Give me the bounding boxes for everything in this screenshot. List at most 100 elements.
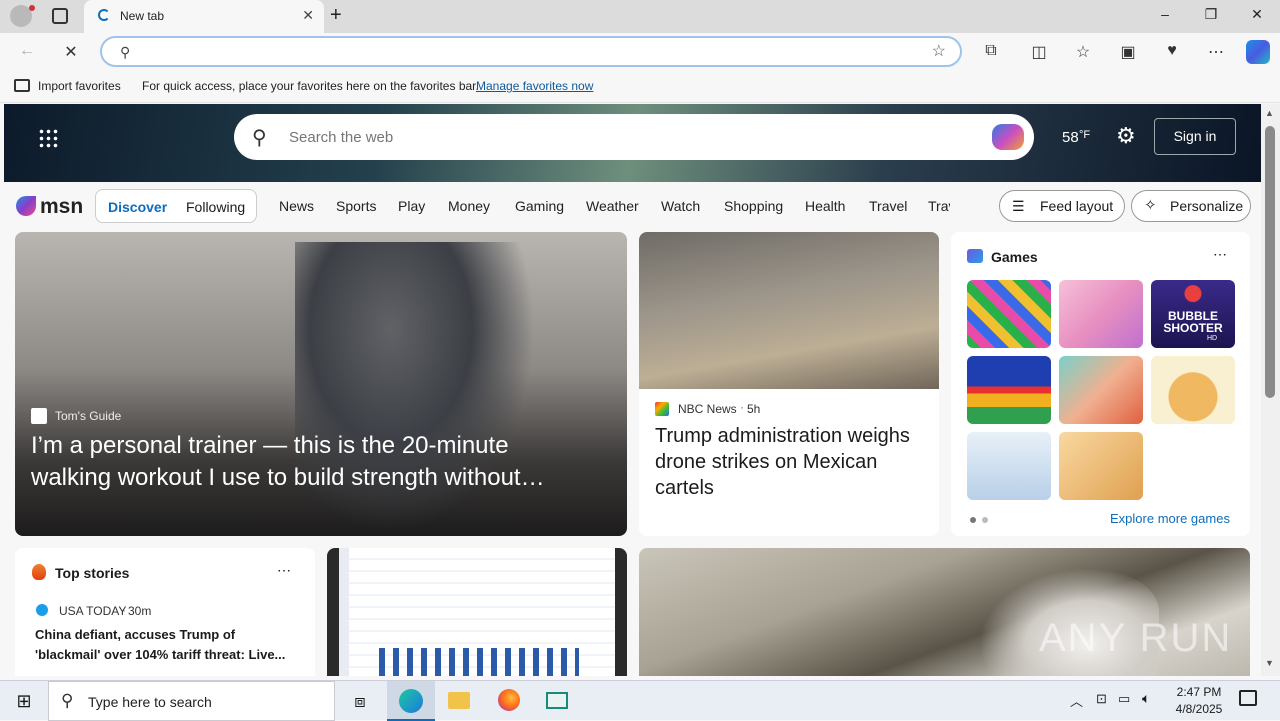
nav-sports[interactable]: Sports <box>336 198 376 214</box>
copilot-icon[interactable] <box>1246 40 1270 64</box>
scroll-thumb[interactable] <box>1265 126 1275 398</box>
split-screen-icon[interactable]: ◫ <box>1028 42 1050 62</box>
nav-shopping[interactable]: Shopping <box>724 198 783 214</box>
sign-in-button[interactable]: Sign in <box>1154 118 1236 155</box>
usa-today-logo-icon <box>36 604 48 616</box>
scroll-up-icon[interactable]: ▲ <box>1265 108 1274 118</box>
tray-overflow-icon[interactable]: ︿ <box>1070 691 1083 710</box>
feed-layout-label: Feed layout <box>1040 198 1114 214</box>
folder-icon <box>448 692 470 709</box>
extensions-icon[interactable]: ⧉ <box>980 42 1002 60</box>
edge-taskbar-icon[interactable] <box>387 681 435 721</box>
taskbar-search-box[interactable]: ⚲ Type here to search <box>48 681 335 721</box>
tab-actions-icon[interactable] <box>52 8 68 24</box>
app-window-icon[interactable] <box>533 681 581 721</box>
import-favorites-icon[interactable] <box>14 79 30 92</box>
game-tile-hospital[interactable] <box>1059 356 1143 424</box>
news-card[interactable]: NBC News · 5h Trump administration weigh… <box>639 232 939 536</box>
nav-health[interactable]: Health <box>805 198 845 214</box>
scroll-down-icon[interactable]: ▼ <box>1265 658 1274 668</box>
tab-following[interactable]: Following <box>186 199 245 215</box>
network-icon[interactable]: ▭ <box>1118 691 1130 707</box>
web-search-box[interactable]: ⚲ Search the web <box>234 114 1034 160</box>
file-explorer-icon[interactable] <box>435 681 483 721</box>
dashboard-image-card[interactable] <box>327 548 627 676</box>
photo-story-card[interactable]: ANY RUN <box>639 548 1250 676</box>
games-more-icon[interactable]: ⋯ <box>1213 246 1227 263</box>
nav-overflow[interactable]: Trav <box>928 198 950 214</box>
favorite-star-icon[interactable]: ☆ <box>932 41 946 61</box>
stop-icon[interactable]: ✕ <box>60 42 82 62</box>
personalize-button[interactable]: ✧ Personalize <box>1131 190 1251 222</box>
tab-new-tab[interactable]: New tab ✕ <box>84 0 324 33</box>
feed-layout-button[interactable]: ☰ Feed layout <box>999 190 1125 222</box>
carousel-dot[interactable] <box>982 517 988 523</box>
start-button[interactable]: ⊞ <box>0 681 48 721</box>
nav-travel[interactable]: Travel <box>869 198 907 214</box>
firefox-icon[interactable] <box>485 681 533 721</box>
source-logo-icon <box>31 408 47 424</box>
settings-gear-icon[interactable]: ⚙ <box>1116 123 1136 149</box>
game-tile-doge[interactable] <box>1151 356 1235 424</box>
game-tile-wood-screws[interactable] <box>1059 432 1143 500</box>
import-favorites-link[interactable]: Import favorites <box>38 79 121 93</box>
games-icon <box>967 249 983 263</box>
copilot-search-icon[interactable] <box>992 124 1024 150</box>
task-view-icon[interactable]: ⧈ <box>336 681 384 721</box>
nav-news[interactable]: News <box>279 198 314 214</box>
more-menu-icon[interactable]: ⋯ <box>1205 42 1227 62</box>
explore-more-games-link[interactable]: Explore more games <box>1110 511 1230 526</box>
tray-device-icon[interactable]: ⊡ <box>1096 691 1107 707</box>
new-tab-button[interactable]: + <box>330 4 342 27</box>
close-window-button[interactable]: ✕ <box>1242 6 1272 23</box>
close-tab-icon[interactable]: ✕ <box>302 7 314 24</box>
game-tile-bubble-shooter[interactable]: BUBBLE SHOOTER HD <box>1151 280 1235 348</box>
nav-gaming[interactable]: Gaming <box>515 198 564 214</box>
msn-logo[interactable]: msn <box>16 192 83 220</box>
story-source: Tom's Guide <box>55 409 122 423</box>
story-headline[interactable]: I’m a personal trainer — this is the 20-… <box>31 430 591 494</box>
performance-icon[interactable]: ♥ <box>1161 42 1183 60</box>
search-placeholder: Search the web <box>289 129 394 146</box>
bubble-shooter-label: BUBBLE SHOOTER <box>1163 309 1223 335</box>
back-icon[interactable]: ← <box>16 42 38 60</box>
temperature-unit: °F <box>1079 129 1091 141</box>
address-bar[interactable]: ⚲ ☆ <box>100 36 962 67</box>
feed-tab-group: Discover Following <box>95 189 257 223</box>
restore-button[interactable]: ❐ <box>1196 6 1226 23</box>
games-title[interactable]: Games <box>991 249 1038 265</box>
clock-time[interactable]: 2:47 PM <box>1173 685 1225 699</box>
game-tile-jewels[interactable] <box>967 280 1051 348</box>
game-tile-blocks[interactable] <box>967 356 1051 424</box>
flame-icon <box>32 564 46 580</box>
volume-icon[interactable]: 🔈︎ <box>1142 690 1150 707</box>
story-headline[interactable]: China defiant, accuses Trump of 'blackma… <box>35 625 297 665</box>
nav-money[interactable]: Money <box>448 198 490 214</box>
top-stories-title[interactable]: Top stories <box>55 565 129 581</box>
collections-icon[interactable]: ▣ <box>1117 42 1139 62</box>
notifications-icon[interactable] <box>1239 690 1257 706</box>
minimize-button[interactable]: – <box>1150 6 1180 22</box>
game-tile-makeup[interactable] <box>1059 280 1143 348</box>
page-scrollbar[interactable]: ▲ ▼ <box>1261 104 1280 676</box>
edge-icon <box>399 689 423 713</box>
clock-date[interactable]: 4/8/2025 <box>1171 702 1227 716</box>
tab-discover[interactable]: Discover <box>108 199 167 215</box>
app-launcher-icon[interactable] <box>38 128 58 148</box>
news-headline[interactable]: Trump administration weighs drone strike… <box>655 423 927 501</box>
top-stories-more-icon[interactable]: ⋯ <box>277 562 291 579</box>
nav-weather[interactable]: Weather <box>586 198 639 214</box>
story-source: USA TODAY <box>59 604 127 618</box>
game-tile-stickman[interactable] <box>967 432 1051 500</box>
address-input[interactable] <box>148 43 908 61</box>
favorites-icon[interactable]: ☆ <box>1072 42 1094 62</box>
star-icon: ✧ <box>1144 197 1157 214</box>
favorites-bar: Import favorites For quick access, place… <box>0 71 1280 103</box>
temperature[interactable]: 58 <box>1062 129 1079 146</box>
personalize-label: Personalize <box>1170 198 1244 214</box>
manage-favorites-link[interactable]: Manage favorites now <box>476 79 593 93</box>
hero-story-card[interactable]: Tom's Guide I’m a personal trainer — thi… <box>15 232 627 536</box>
carousel-dot-active[interactable] <box>970 517 976 523</box>
nav-play[interactable]: Play <box>398 198 425 214</box>
nav-watch[interactable]: Watch <box>661 198 700 214</box>
